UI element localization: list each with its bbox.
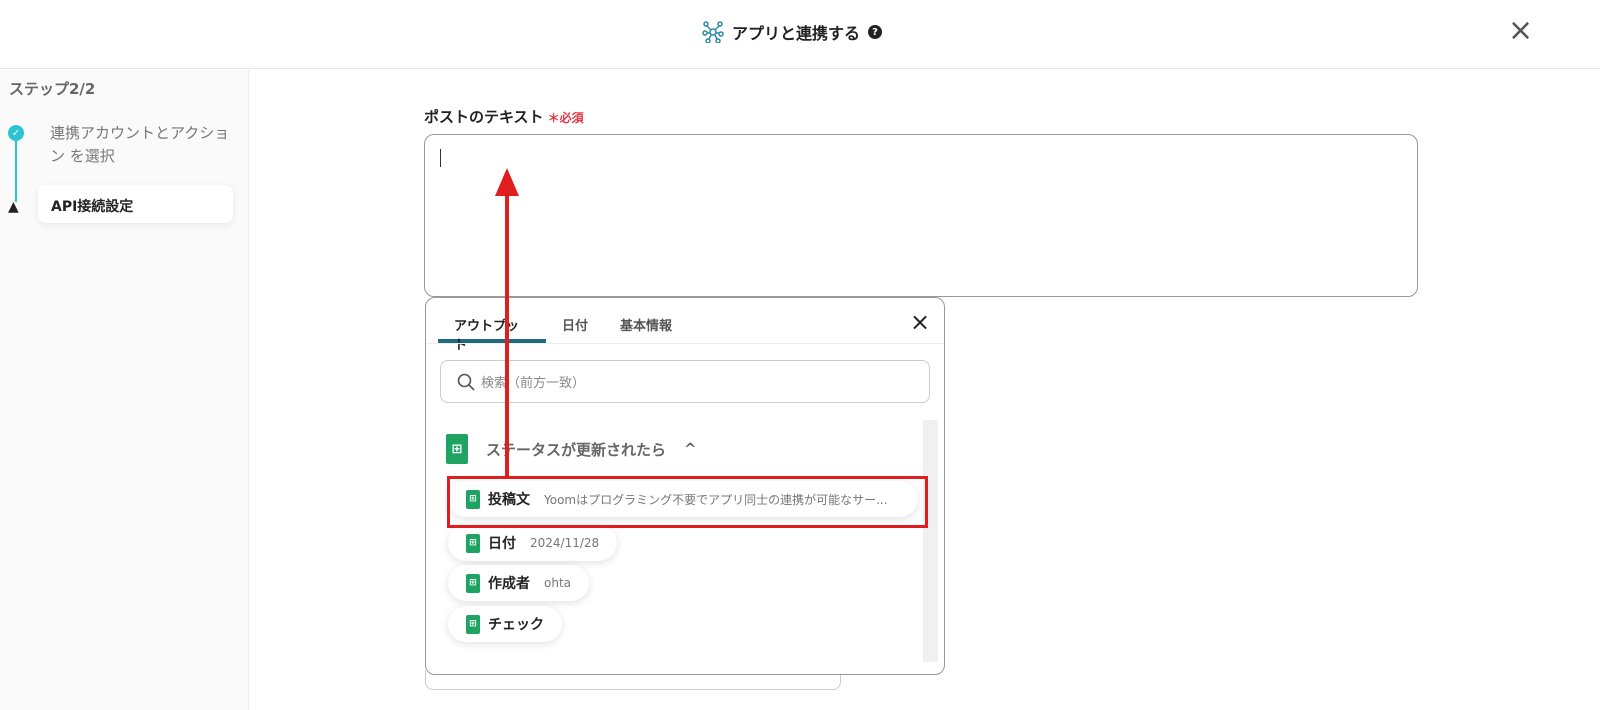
search-icon xyxy=(457,373,475,391)
item-name: 作成者 xyxy=(488,576,530,592)
chevron-up-icon: ^ xyxy=(684,440,697,458)
google-sheets-icon: ⊞ xyxy=(466,614,480,634)
warning-icon: ▲ xyxy=(8,199,19,215)
annotation-arrow-shaft xyxy=(505,190,509,477)
step-header: ステップ2/2 xyxy=(9,80,96,98)
highlight-annotation xyxy=(447,476,928,528)
item-name: 日付 xyxy=(488,536,516,552)
close-modal-button[interactable]: × xyxy=(1508,16,1533,46)
tab-basic-info[interactable]: 基本情報 xyxy=(604,298,688,343)
item-name: チェック xyxy=(488,617,544,633)
section-header[interactable]: ⊞ ステータスが更新されたら ^ xyxy=(446,434,697,464)
modal-title: アプリと連携する ? xyxy=(702,20,883,44)
item-value: ohta xyxy=(544,576,572,590)
section-title: ステータスが更新されたら xyxy=(486,440,667,459)
google-sheets-icon: ⊞ xyxy=(446,434,468,464)
scrollbar[interactable] xyxy=(923,420,938,662)
annotation-arrow-head xyxy=(495,168,519,196)
search-placeholder: 検索（前方一致） xyxy=(481,376,586,391)
output-item-check[interactable]: ⊞ チェック xyxy=(448,606,562,642)
app-link-icon xyxy=(702,21,724,43)
item-value: 2024/11/28 xyxy=(530,536,600,550)
google-sheets-icon: ⊞ xyxy=(466,533,480,553)
title-text: アプリと連携する xyxy=(732,24,861,43)
close-panel-button[interactable]: × xyxy=(910,308,930,336)
header: アプリと連携する ? × xyxy=(0,0,1600,69)
text-caret xyxy=(440,149,441,167)
tab-divider xyxy=(426,343,944,344)
tab-date[interactable]: 日付 xyxy=(546,298,604,343)
check-icon: ✓ xyxy=(8,125,24,141)
step-api-settings[interactable]: API接続設定 xyxy=(38,185,233,223)
panel-tabs: アウトプット 日付 基本情報 xyxy=(438,298,688,353)
required-badge: ＊必須 xyxy=(547,111,584,125)
step-connector xyxy=(15,140,17,202)
field-label-text: ポストのテキスト xyxy=(424,108,544,126)
google-sheets-icon: ⊞ xyxy=(466,573,480,593)
output-item-date[interactable]: ⊞ 日付 2024/11/28 xyxy=(448,525,618,561)
sidebar: ステップ2/2 ✓ 連携アカウントとアクション を選択 ▲ API接続設定 xyxy=(0,70,249,710)
post-text-input[interactable] xyxy=(424,134,1418,297)
output-item-author[interactable]: ⊞ 作成者 ohta xyxy=(448,565,590,601)
field-label: ポストのテキスト ＊必須 xyxy=(424,106,584,127)
help-icon[interactable]: ? xyxy=(868,25,883,39)
tab-output[interactable]: アウトプット xyxy=(438,298,546,353)
step-account-action[interactable]: 連携アカウントとアクション を選択 xyxy=(50,122,230,168)
search-input[interactable]: 検索（前方一致） xyxy=(440,360,930,403)
